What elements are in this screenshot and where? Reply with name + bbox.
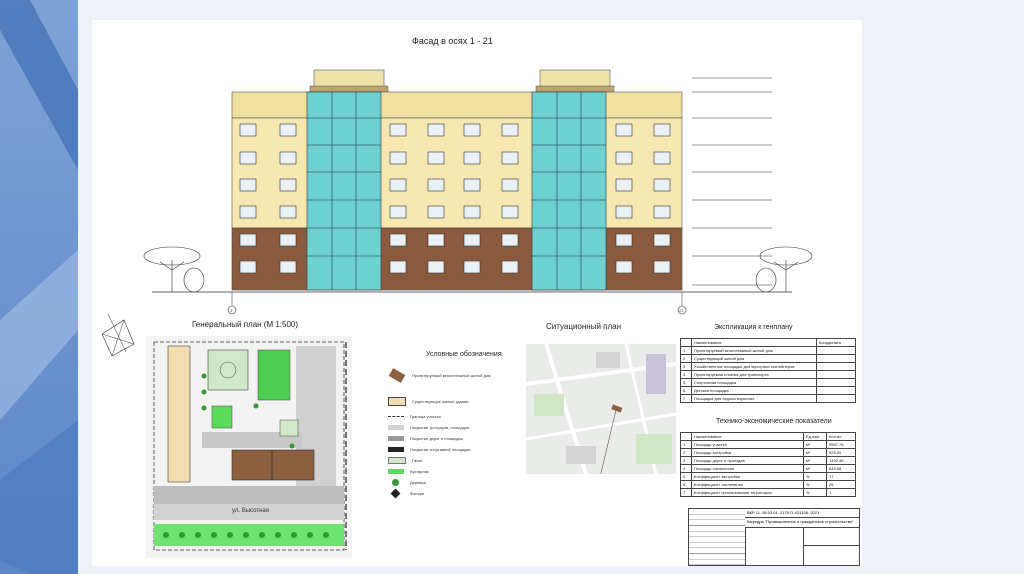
axis-label-left: 1 bbox=[230, 308, 233, 313]
lamp-swatch-icon bbox=[390, 488, 401, 499]
legend-item: Покрытие тротуаров, площадок bbox=[388, 422, 538, 433]
road-swatch-icon bbox=[388, 436, 404, 441]
situation-map bbox=[526, 344, 676, 474]
legend-item: Газон bbox=[388, 455, 538, 466]
legend-list: Проектируемый многоэтажный жилой дом Сущ… bbox=[388, 358, 538, 499]
legend-item: Деревья bbox=[388, 477, 538, 488]
legend-item: Существующие жилые здания bbox=[388, 392, 538, 410]
legend-item: Фонари bbox=[388, 488, 538, 499]
lawn-swatch-icon bbox=[388, 457, 406, 464]
street-label: ул. Высотная bbox=[232, 508, 269, 514]
facade-title: Фасад в осях 1 - 21 bbox=[412, 36, 493, 46]
tep-title: Технико-экономические показатели bbox=[716, 418, 832, 425]
north-arrow-icon bbox=[101, 313, 135, 357]
title-block: ВКР 11. 08.03.01. 2178 П. 021106. 2021 К… bbox=[688, 508, 860, 566]
boundary-line-icon bbox=[388, 415, 404, 417]
explication-title: Экспликация к генплану bbox=[714, 324, 793, 331]
shrub-swatch-icon bbox=[388, 469, 404, 474]
explication-table: Наименование Координата 1 Проектируемый мн… bbox=[680, 338, 856, 403]
tree-swatch-icon bbox=[392, 479, 399, 486]
legend-item: Кустарник bbox=[388, 466, 538, 477]
sports-swatch-icon bbox=[388, 447, 404, 452]
tep-table: Наименование Ед.изм. Кол-во 1 Площадь участ… bbox=[680, 432, 856, 497]
sidewalk-swatch-icon bbox=[388, 425, 404, 430]
stamp-chair: Кафедра "Промышленное и гражданское стро… bbox=[745, 517, 859, 528]
facade-drawing bbox=[143, 69, 813, 315]
legend-item: Покрытие дорог и площадок bbox=[388, 433, 538, 444]
drawing-sheet: Фасад в осях 1 - 21 1 21 Генеральный пла… bbox=[92, 20, 862, 566]
project-building-swatch-icon bbox=[388, 367, 406, 383]
situation-plan-title: Ситуационный план bbox=[546, 322, 622, 331]
legend-item: Покрытие спортивной площадки bbox=[388, 444, 538, 455]
existing-building-swatch-icon bbox=[388, 396, 406, 406]
legend-title: Условные обозначения bbox=[426, 351, 502, 358]
slide-side-decoration bbox=[0, 0, 78, 574]
general-plan-drawing bbox=[146, 336, 352, 558]
legend-item: Проектируемый многоэтажный жилой дом bbox=[388, 358, 538, 392]
general-plan-title: Генеральный план (М 1:500) bbox=[192, 320, 299, 329]
legend-item: Граница участка bbox=[388, 410, 538, 422]
axis-label-right: 21 bbox=[679, 308, 684, 313]
